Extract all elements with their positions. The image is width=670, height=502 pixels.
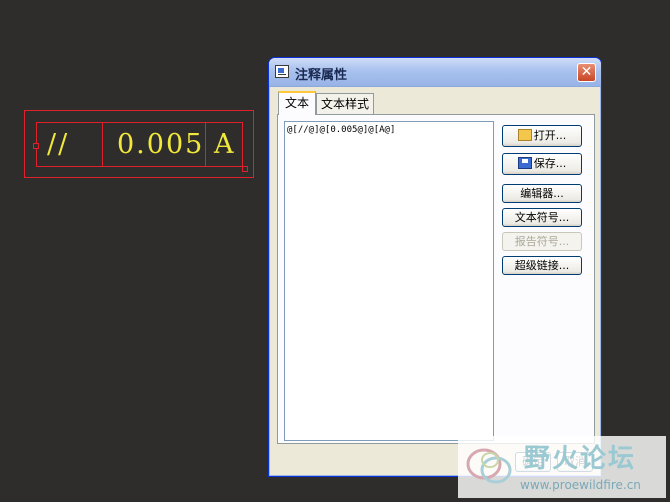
open-button[interactable]: 打开... [502, 125, 582, 147]
dialog-icon [275, 65, 289, 78]
tab-text-style[interactable]: 文本样式 [316, 93, 374, 115]
folder-icon [517, 129, 532, 141]
dialog-titlebar[interactable]: 注释属性 ✕ [269, 58, 601, 87]
site-watermark: 野火论坛 www.proewildfire.cn [458, 436, 666, 498]
watermark-url: www.proewildfire.cn [520, 478, 641, 492]
note-text-area[interactable]: @[//@]@[0.005@]@[A@] [284, 121, 494, 441]
save-button-label: 保存... [533, 157, 567, 170]
tab-text[interactable]: 文本 [278, 91, 316, 115]
frame-handle[interactable] [33, 143, 39, 149]
floppy-disk-icon [517, 157, 532, 169]
frame-handle[interactable] [242, 166, 248, 172]
dialog-title: 注释属性 [295, 68, 348, 83]
frame-divider [102, 123, 103, 166]
close-button[interactable]: ✕ [577, 63, 596, 82]
logo-icon [466, 448, 512, 484]
editor-button[interactable]: 编辑器... [502, 184, 582, 203]
save-button[interactable]: 保存... [502, 153, 582, 175]
tab-panel: @[//@]@[0.005@]@[A@] 打开... 保存... 编辑器... … [277, 114, 595, 444]
frame-divider [205, 123, 206, 166]
open-button-label: 打开... [533, 129, 567, 142]
text-symbol-button[interactable]: 文本符号... [502, 208, 582, 227]
watermark-title: 野火论坛 [524, 444, 637, 474]
tolerance-frame[interactable]: // 0.005 A [33, 122, 248, 172]
parallelism-symbol: // [47, 129, 70, 160]
report-symbol-button: 报告符号... [502, 232, 582, 251]
note-properties-dialog: 注释属性 ✕ 文本 文本样式 @[//@]@[0.005@]@[A@] 打开..… [268, 57, 602, 477]
hyperlink-button[interactable]: 超级链接... [502, 256, 582, 275]
datum-reference: A [214, 129, 236, 160]
tolerance-value: 0.005 [117, 129, 205, 160]
